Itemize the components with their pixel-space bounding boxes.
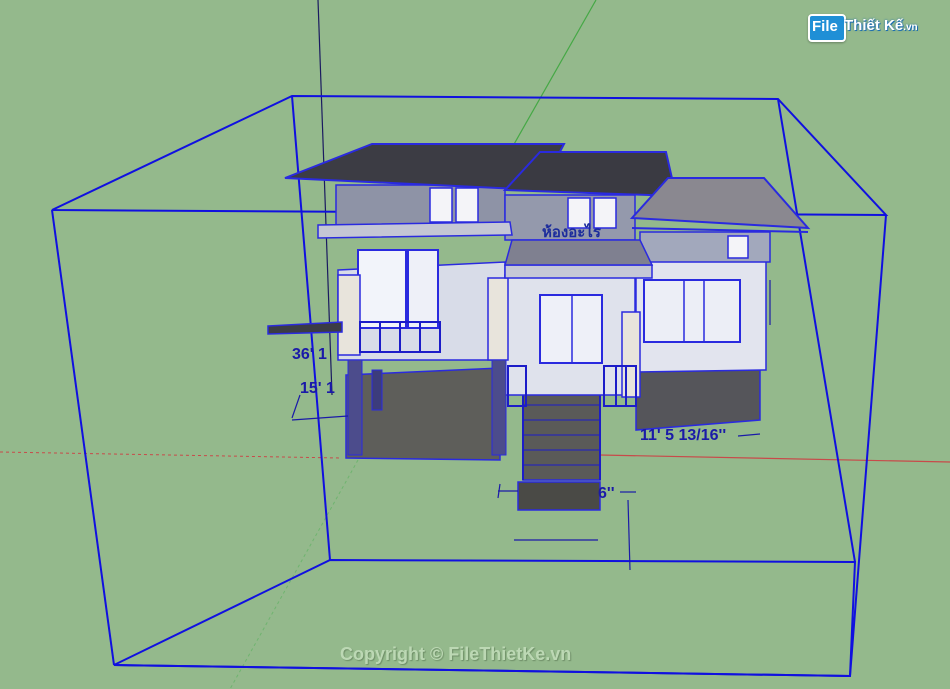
house-model[interactable] <box>267 143 811 511</box>
green-axis-dashed <box>229 459 359 689</box>
upper-window-1 <box>429 187 453 223</box>
modeling-viewport[interactable]: ห้องอะไร 36' 1 15' 1 11' 5 13/16'' 6'' F… <box>0 0 950 689</box>
side-platform <box>267 321 343 335</box>
3d-scene[interactable] <box>0 0 950 689</box>
ground-slab-left <box>345 367 501 461</box>
ledge-left <box>317 221 513 239</box>
dimension-label-4: 6'' <box>598 485 615 502</box>
stair-landing <box>517 481 601 511</box>
column-3 <box>621 311 641 398</box>
dimension-label-3: 11' 5 13/16'' <box>640 427 727 444</box>
green-axis <box>504 0 597 161</box>
upper-window-2 <box>455 187 479 223</box>
dimension-label-2: 15' 1 <box>300 380 335 397</box>
right-upper-wall <box>639 231 771 263</box>
dimension-label-1: 36' 1 <box>292 346 327 363</box>
entrance-canopy <box>504 264 653 279</box>
logo-wordmark: Thiết Kế.vn <box>844 17 918 34</box>
red-axis-solid <box>599 454 950 463</box>
house-sign-text: ห้องอะไร <box>542 224 601 241</box>
red-axis <box>0 451 341 459</box>
upper-window-5 <box>727 235 749 259</box>
column-1 <box>337 274 361 356</box>
logo-badge: File <box>808 14 846 42</box>
window-left <box>357 249 407 329</box>
column-2 <box>487 277 509 361</box>
filethietke-logo: File Thiết Kế.vn <box>808 12 926 42</box>
door-center <box>539 294 603 364</box>
copyright-watermark: Copyright © FileThietKe.vn <box>340 644 572 664</box>
window-right <box>643 279 741 343</box>
door-left <box>407 249 439 329</box>
ground-slab-right <box>635 367 761 431</box>
blue-axis <box>317 0 333 396</box>
